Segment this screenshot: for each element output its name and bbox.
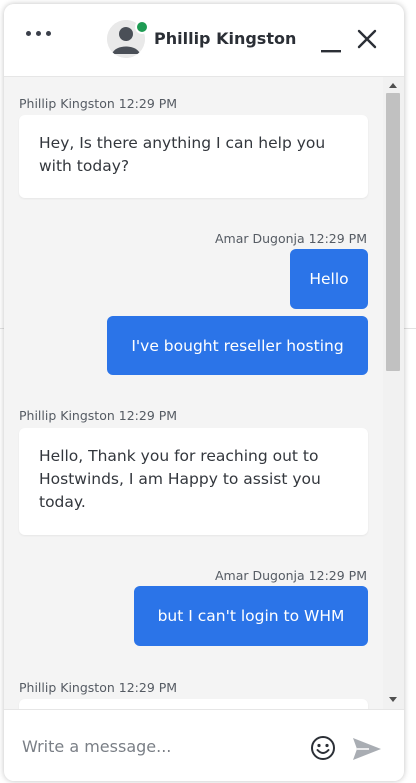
message-line: with today? (39, 157, 130, 175)
sender-name: Amar Dugonja (215, 568, 305, 583)
message-composer (4, 709, 404, 781)
scroll-up-arrow-icon[interactable] (389, 83, 397, 88)
message-meta: Phillip Kingston 12:29 PM (19, 96, 177, 111)
online-status-indicator (135, 20, 149, 34)
message-input[interactable] (20, 730, 294, 762)
send-icon[interactable] (351, 736, 383, 762)
sender-name: Phillip Kingston (19, 96, 115, 111)
message-time: 12:29 PM (308, 231, 367, 246)
more-options-icon[interactable] (26, 31, 51, 36)
sender-name: Phillip Kingston (19, 680, 115, 695)
message-list[interactable]: Phillip Kingston 12:29 PM Hey, Is there … (4, 77, 382, 709)
message-time: 12:29 PM (308, 568, 367, 583)
scroll-down-arrow-icon[interactable] (389, 697, 397, 702)
outgoing-message: but I can't login to WHM (134, 586, 368, 646)
sender-name: Phillip Kingston (19, 408, 115, 423)
scroll-thumb[interactable] (386, 93, 400, 371)
message-line: Hello, Thank you for reaching out to (39, 447, 319, 465)
message-meta: Phillip Kingston 12:29 PM (19, 408, 177, 423)
chat-header: Phillip Kingston (4, 4, 404, 77)
message-time: 12:29 PM (118, 680, 178, 695)
chat-widget: Phillip Kingston Phillip Kingston 12:29 … (4, 4, 404, 781)
incoming-message (19, 699, 368, 709)
scrollbar[interactable] (383, 77, 404, 709)
outgoing-message: Hello (290, 249, 368, 309)
message-line: Hostwinds, I am Happy to assist you (39, 470, 321, 488)
close-icon[interactable] (356, 28, 378, 50)
message-line: today. (39, 493, 86, 511)
incoming-message: Hey, Is there anything I can help you wi… (19, 115, 368, 198)
message-meta: Amar Dugonja 12:29 PM (215, 568, 367, 583)
message-time: 12:29 PM (118, 408, 178, 423)
message-time: 12:29 PM (118, 96, 178, 111)
message-meta: Amar Dugonja 12:29 PM (215, 231, 367, 246)
message-meta: Phillip Kingston 12:29 PM (19, 680, 177, 695)
outgoing-message: I've bought reseller hosting (107, 316, 368, 375)
sender-name: Amar Dugonja (215, 231, 305, 246)
emoji-icon[interactable] (310, 735, 336, 761)
incoming-message: Hello, Thank you for reaching out to Hos… (19, 428, 368, 535)
minimize-icon[interactable] (320, 32, 342, 54)
message-line: Hey, Is there anything I can help you (39, 134, 326, 152)
agent-name: Phillip Kingston (154, 29, 297, 48)
